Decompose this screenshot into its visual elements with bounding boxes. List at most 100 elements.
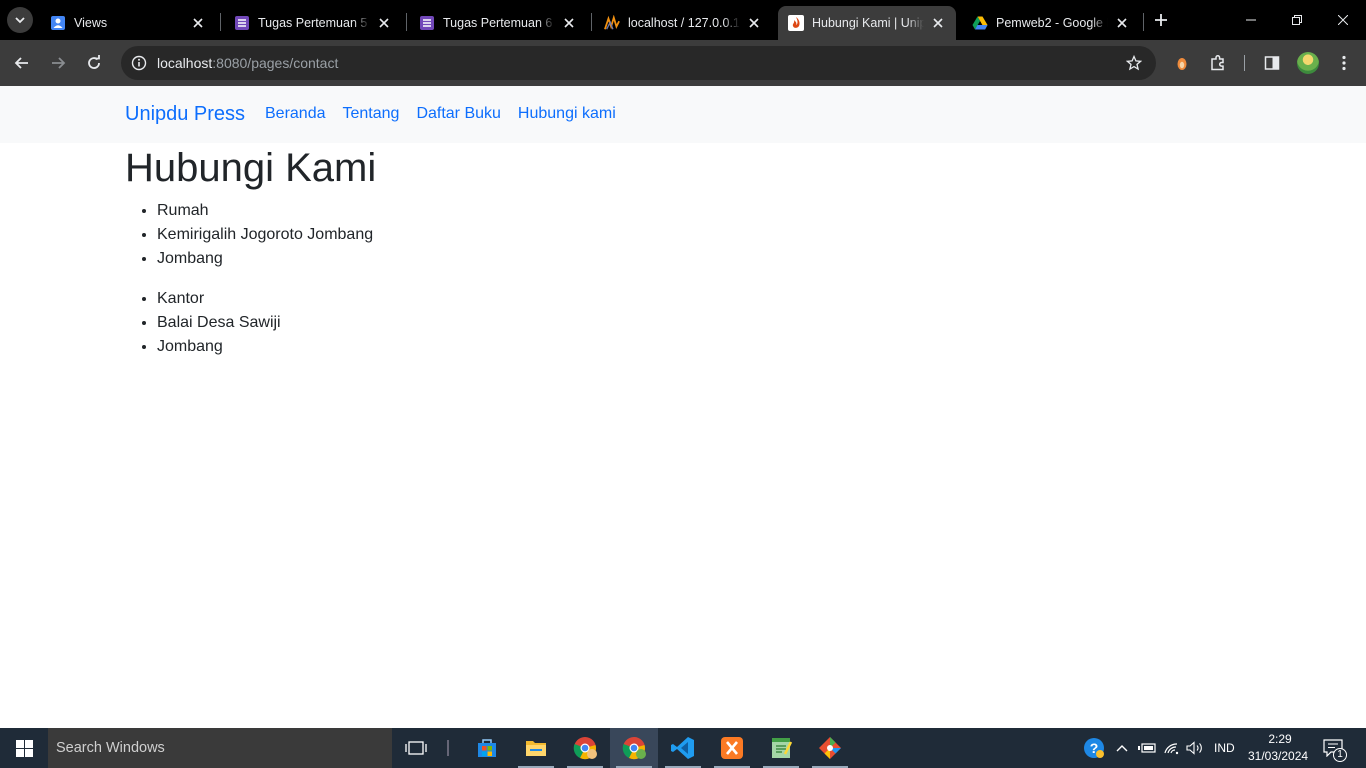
arrow-left-icon	[14, 57, 28, 69]
vscode-icon[interactable]	[659, 728, 707, 768]
list-item: Kemirigalih Jogoroto Jombang	[157, 223, 373, 247]
close-icon[interactable]	[376, 15, 392, 31]
page-title: Hubungi Kami	[125, 146, 377, 190]
codeigniter-icon	[788, 15, 804, 31]
restore-icon	[1292, 15, 1302, 25]
close-icon[interactable]	[746, 15, 762, 31]
chevron-down-icon	[15, 17, 25, 24]
taskbar-search-box[interactable]: Search Windows	[48, 728, 392, 768]
nav-links: Beranda Tentang Daftar Buku Hubungi kami	[265, 105, 616, 123]
bookmark-star-icon[interactable]	[1124, 53, 1144, 73]
wifi-icon[interactable]	[1163, 728, 1181, 768]
start-button[interactable]	[0, 728, 48, 768]
site-brand[interactable]: Unipdu Press	[125, 103, 245, 126]
minimize-icon	[1246, 19, 1256, 21]
tab-title: Views	[74, 16, 108, 30]
help-icon[interactable]: ?	[1082, 728, 1106, 768]
profile-avatar[interactable]	[1297, 52, 1319, 74]
url-host: localhost	[157, 55, 213, 71]
chrome-profile-icon[interactable]	[561, 728, 609, 768]
notification-badge: 1	[1333, 748, 1347, 762]
tab-hubungi-kami[interactable]: Hubungi Kami | Unipdu	[778, 6, 956, 40]
url-path: :8080/pages/contact	[212, 55, 339, 71]
close-icon[interactable]	[190, 15, 206, 31]
reload-button[interactable]	[80, 49, 108, 77]
close-icon[interactable]	[1114, 15, 1130, 31]
tab-title: localhost / 127.0.0.1 /	[628, 16, 740, 30]
phpmyadmin-icon	[604, 15, 620, 31]
tab-google-drive[interactable]: Pemweb2 - Google Drive	[962, 6, 1140, 40]
tab-separator	[406, 13, 407, 31]
search-placeholder: Search Windows	[56, 740, 165, 756]
microsoft-store-icon[interactable]	[463, 728, 511, 768]
browser-toolbar: localhost:8080/pages/contact	[0, 40, 1366, 86]
notepad-icon[interactable]	[757, 728, 805, 768]
xampp-icon[interactable]	[708, 728, 756, 768]
volume-icon[interactable]	[1185, 728, 1205, 768]
tab-search-button[interactable]	[7, 7, 33, 33]
office-address-list: Kantor Balai Desa Sawiji Jombang	[157, 287, 281, 359]
task-view-icon	[405, 741, 427, 755]
notification-count: 1	[1337, 749, 1343, 760]
clock-time[interactable]: 2:29	[1265, 732, 1295, 746]
tab-title: Pemweb2 - Google Drive	[996, 16, 1108, 30]
google-drive-icon	[972, 15, 988, 31]
list-item: Balai Desa Sawiji	[157, 311, 281, 335]
nav-link-hubungi-kami[interactable]: Hubungi kami	[518, 105, 616, 123]
home-address-list: Rumah Kemirigalih Jogoroto Jombang Jomba…	[157, 199, 373, 271]
extensions-puzzle-icon[interactable]	[1204, 49, 1232, 77]
close-icon[interactable]	[561, 15, 577, 31]
task-view-button[interactable]	[392, 728, 440, 768]
back-button[interactable]	[8, 49, 36, 77]
tab-views[interactable]: Views	[40, 6, 216, 40]
tab-title: Hubungi Kami | Unipdu	[812, 16, 924, 30]
windows-taskbar: Search Windows ? IND 2:29 31/03/2024 1	[0, 728, 1366, 768]
browser-menu-icon[interactable]	[1330, 49, 1358, 77]
list-item: Rumah	[157, 199, 373, 223]
site-navbar: Unipdu Press Beranda Tentang Daftar Buku…	[0, 86, 1366, 143]
tab-separator	[1143, 13, 1144, 31]
nav-link-daftar-buku[interactable]: Daftar Buku	[416, 105, 500, 123]
arrow-right-icon	[52, 57, 66, 69]
taskbar-grip	[447, 740, 449, 756]
classroom-assignment-icon	[419, 15, 435, 31]
tab-separator	[220, 13, 221, 31]
toolbar-divider	[1244, 55, 1245, 71]
minimize-button[interactable]	[1228, 0, 1274, 40]
language-indicator[interactable]: IND	[1214, 741, 1235, 755]
site-info-icon[interactable]	[129, 53, 149, 73]
nav-link-tentang[interactable]: Tentang	[343, 105, 400, 123]
classroom-assignment-icon	[234, 15, 250, 31]
new-tab-button[interactable]	[1150, 9, 1172, 31]
people-icon	[50, 15, 66, 31]
tab-strip: Views Tugas Pertemuan 5 Tugas Pertemuan …	[0, 0, 1366, 40]
windows-logo-icon	[15, 739, 33, 757]
tab-title: Tugas Pertemuan 6	[443, 16, 553, 30]
tab-tugas-6[interactable]: Tugas Pertemuan 6	[409, 6, 587, 40]
git-gui-icon[interactable]	[806, 728, 854, 768]
list-item: Jombang	[157, 335, 281, 359]
nav-link-beranda[interactable]: Beranda	[265, 105, 326, 123]
tab-tugas-5[interactable]: Tugas Pertemuan 5	[224, 6, 402, 40]
file-explorer-icon[interactable]	[512, 728, 560, 768]
plus-icon	[1155, 14, 1167, 26]
tab-title: Tugas Pertemuan 5	[258, 16, 368, 30]
chrome-icon[interactable]	[610, 728, 658, 768]
close-icon[interactable]	[930, 15, 946, 31]
restore-button[interactable]	[1274, 0, 1320, 40]
close-icon	[1338, 15, 1348, 25]
address-url[interactable]: localhost:8080/pages/contact	[157, 55, 338, 71]
clock-date[interactable]: 31/03/2024	[1248, 749, 1308, 763]
list-item: Kantor	[157, 287, 281, 311]
tab-separator	[591, 13, 592, 31]
page-viewport: Unipdu Press Beranda Tentang Daftar Buku…	[0, 86, 1366, 728]
forward-button[interactable]	[44, 49, 72, 77]
close-window-button[interactable]	[1320, 0, 1366, 40]
reload-icon	[88, 55, 100, 69]
side-panel-icon[interactable]	[1258, 49, 1286, 77]
tab-phpmyadmin[interactable]: localhost / 127.0.0.1 /	[594, 6, 772, 40]
battery-icon[interactable]	[1138, 728, 1156, 768]
address-bar[interactable]: localhost:8080/pages/contact	[121, 46, 1156, 80]
extension-ember-icon[interactable]	[1168, 49, 1196, 77]
chevron-up-icon[interactable]	[1114, 728, 1130, 768]
